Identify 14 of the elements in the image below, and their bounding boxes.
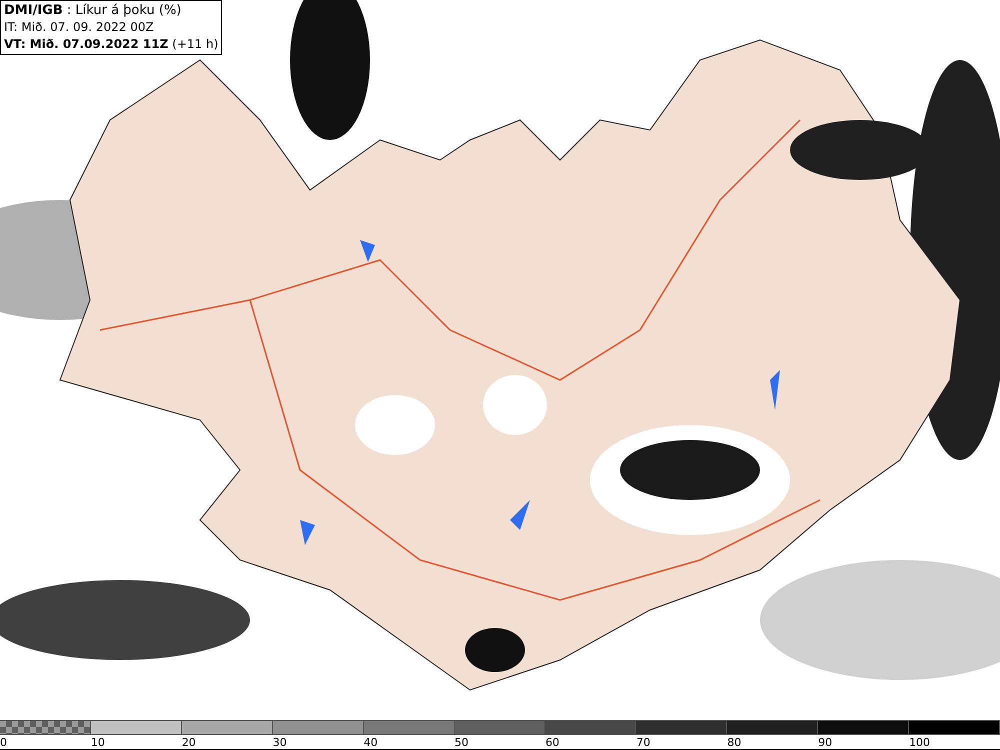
scale-tick-label: 40 [364, 736, 378, 749]
scale-tick-label: 90 [818, 736, 832, 749]
scale-tick-label: 0 [0, 736, 7, 749]
scale-tick-label: 60 [545, 736, 560, 749]
scale-tick-label: 50 [454, 736, 469, 749]
valid-time: VT: Mið. 07.09.2022 11Z (+11 h) [4, 36, 218, 53]
scale-tick-label: 70 [636, 736, 650, 749]
map-title: DMI/IGB : Líkur á þoku (%) [4, 2, 182, 19]
scale-tick-label: 80 [727, 736, 742, 749]
scale-tick-label: 20 [182, 736, 196, 749]
scale-tick-label: 100 [909, 736, 930, 749]
issue-time: IT: Mið. 07. 09. 2022 00Z [4, 19, 155, 36]
scale-tick-label: 30 [272, 736, 287, 749]
scale-tick-label: 10 [90, 736, 105, 749]
